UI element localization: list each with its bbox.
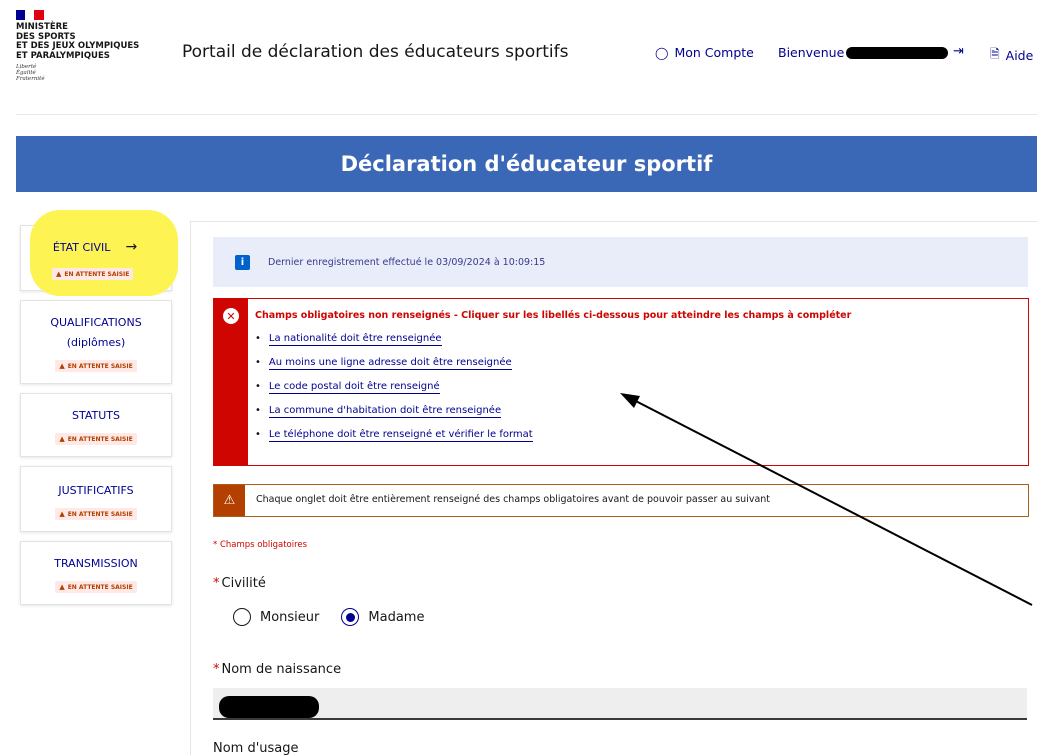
header-divider xyxy=(16,114,1037,115)
account-link[interactable]: ◯ Mon Compte xyxy=(655,45,754,60)
help-link[interactable]: 🗎 Aide xyxy=(990,45,1033,66)
warning-text: Chaque onglet doit être entièrement rens… xyxy=(256,494,771,505)
panel-border-left xyxy=(190,221,191,755)
error-list: • La nationalité doit être renseignée • Au… xyxy=(255,327,533,447)
status-badge: ▲ EN ATTENTE SAISIE xyxy=(52,261,134,280)
help-link-label: Aide xyxy=(1005,48,1034,63)
redacted-username xyxy=(846,46,949,59)
warning-icon: ▲ xyxy=(56,270,62,278)
warning-icon: ▲ xyxy=(59,583,65,591)
page-title: Déclaration d'éducateur sportif xyxy=(340,152,713,176)
error-title: Champs obligatoires non renseignés - Cli… xyxy=(255,310,852,321)
nav-item-justificatifs[interactable]: JUSTIFICATIFS ▲ EN ATTENTE SAISIE xyxy=(20,466,172,532)
nav-item-label: STATUTS xyxy=(72,409,120,422)
list-item: • Le code postal doit être renseigné xyxy=(255,381,440,394)
nav-item-label: QUALIFICATIONS xyxy=(50,316,142,329)
error-icon: ✕ xyxy=(223,308,239,324)
list-item: • La nationalité doit être renseignée xyxy=(255,333,442,346)
warning-icon: ▲ xyxy=(59,362,65,370)
logout-icon[interactable]: ⇥ xyxy=(953,44,964,59)
status-badge: ▲ EN ATTENTE SAISIE xyxy=(55,360,137,372)
page-banner: Déclaration d'éducateur sportif xyxy=(16,136,1037,192)
error-link-code-postal[interactable]: Le code postal doit être renseigné xyxy=(268,381,440,394)
nav-item-sublabel: (diplômes) xyxy=(66,336,126,349)
info-alert: i Dernier enregistrement effectué le 03/… xyxy=(213,237,1028,287)
welcome-area: Bienvenue xyxy=(778,45,949,60)
error-link-commune[interactable]: La commune d'habitation doit être rensei… xyxy=(268,405,502,418)
civility-radio-group: Monsieur Madame xyxy=(233,608,424,626)
error-bar: ✕ xyxy=(214,299,248,465)
info-icon: i xyxy=(235,254,250,270)
ministry-logo: MINISTÈRE DES SPORTS ET DES JEUX OLYMPIQ… xyxy=(16,10,166,82)
list-item: • La commune d'habitation doit être rense… xyxy=(255,405,502,418)
error-link-telephone[interactable]: Le téléphone doit être renseigné et véri… xyxy=(268,429,533,442)
redacted-birth-name xyxy=(219,696,319,718)
welcome-label: Bienvenue xyxy=(778,45,845,60)
status-badge: ▲ EN ATTENTE SAISIE xyxy=(55,508,137,520)
nav-item-label: TRANSMISSION xyxy=(54,557,138,570)
nav-item-transmission[interactable]: TRANSMISSION ▲ EN ATTENTE SAISIE xyxy=(20,541,172,605)
french-flag-icon xyxy=(16,10,44,20)
portal-title: Portail de déclaration des éducateurs sp… xyxy=(182,42,569,62)
list-item: • Le téléphone doit être renseigné et vér… xyxy=(255,429,533,442)
usage-name-label: Nom d'usage xyxy=(213,741,299,756)
radio-monsieur-label[interactable]: Monsieur xyxy=(260,610,319,625)
required-note: * Champs obligatoires xyxy=(213,540,308,550)
nav-item-statuts[interactable]: STATUTS ▲ EN ATTENTE SAISIE xyxy=(20,393,172,457)
nav-item-qualifications[interactable]: QUALIFICATIONS (diplômes) ▲ EN ATTENTE SA… xyxy=(20,300,172,384)
user-icon: ◯ xyxy=(655,45,669,60)
radio-monsieur[interactable] xyxy=(233,608,251,626)
document-icon: 🗎 xyxy=(990,47,1000,61)
panel-border-top xyxy=(190,221,1037,222)
birth-name-input[interactable] xyxy=(213,688,1027,720)
nav-item-etat-civil[interactable]: ÉTAT CIVIL → xyxy=(20,236,170,258)
warning-alert: ⚠ Chaque onglet doit être entièrement re… xyxy=(213,484,1029,517)
birth-name-label: * Nom de naissance xyxy=(213,662,342,677)
account-link-label: Mon Compte xyxy=(674,45,754,60)
radio-madame-label[interactable]: Madame xyxy=(368,610,424,625)
warning-icon: ▲ xyxy=(59,510,65,518)
ministry-name: MINISTÈRE DES SPORTS ET DES JEUX OLYMPIQ… xyxy=(16,22,140,61)
nav-item-label: ÉTAT CIVIL xyxy=(52,241,111,254)
civility-label: * Civilité xyxy=(213,576,266,591)
error-link-adresse[interactable]: Au moins une ligne adresse doit être ren… xyxy=(268,357,512,370)
error-link-nationalite[interactable]: La nationalité doit être renseignée xyxy=(268,333,442,346)
status-badge: ▲ EN ATTENTE SAISIE xyxy=(55,433,137,445)
republic-motto: Liberté Égalité Fraternité xyxy=(16,64,45,82)
error-alert: ✕ Champs obligatoires non renseignés - C… xyxy=(213,298,1029,466)
arrow-right-icon: → xyxy=(125,239,138,255)
list-item: • Au moins une ligne adresse doit être re… xyxy=(255,357,512,370)
status-badge: ▲ EN ATTENTE SAISIE xyxy=(55,581,137,593)
nav-item-label: JUSTIFICATIFS xyxy=(58,484,134,497)
warning-icon: ▲ xyxy=(59,435,65,443)
warning-icon: ⚠ xyxy=(214,485,245,516)
radio-madame[interactable] xyxy=(341,608,360,626)
info-text: Dernier enregistrement effectué le 03/09… xyxy=(268,256,546,268)
